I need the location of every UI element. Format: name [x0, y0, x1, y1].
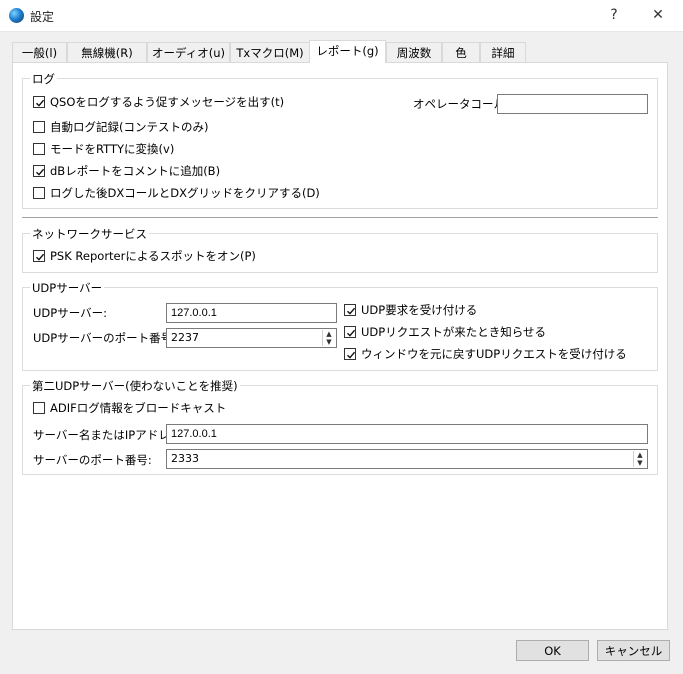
checkbox-box[interactable] — [33, 250, 45, 262]
spin-up-icon[interactable]: ▲ — [323, 330, 335, 338]
tab-general[interactable]: 一般(l) — [12, 42, 67, 62]
checkbox-label: 自動ログ記録(コンテストのみ) — [50, 120, 209, 134]
udp-server-label: UDPサーバー: — [33, 306, 107, 320]
secondary-udp-group-title: 第二UDPサーバー(使わないことを推奨) — [30, 378, 240, 394]
tab-audio[interactable]: オーディオ(u) — [147, 42, 230, 62]
checkbox-label: dBレポートをコメントに追加(B) — [50, 164, 221, 178]
server-port-spinbox[interactable]: 2333 ▲ ▼ — [166, 449, 648, 469]
spin-down-icon[interactable]: ▼ — [634, 459, 646, 467]
tab-frequencies[interactable]: 周波数 — [386, 42, 442, 62]
network-group-title: ネットワークサービス — [30, 226, 149, 242]
udp-port-label: UDPサーバーのポート番号: — [33, 331, 176, 345]
checkbox-box[interactable] — [33, 165, 45, 177]
server-name-label: サーバー名またはIPアドレス: — [33, 428, 186, 442]
checkbox-box[interactable] — [33, 121, 45, 133]
operator-call-label: オペレータコール: — [413, 97, 509, 111]
window-title: 設定 — [30, 10, 55, 24]
log-group-title: ログ — [30, 71, 57, 87]
udp-port-value: 2237 — [171, 331, 199, 344]
ok-button[interactable]: OK — [516, 640, 589, 661]
checkbox-label: UDPリクエストが来たとき知らせる — [361, 325, 546, 339]
udp-server-input[interactable] — [166, 303, 337, 323]
tab-tx-macros[interactable]: Txマクロ(M) — [230, 42, 310, 62]
checkbox-box[interactable] — [344, 304, 356, 316]
separator — [22, 217, 658, 218]
spin-down-icon[interactable]: ▼ — [323, 338, 335, 346]
checkbox-label: PSK Reporterによるスポットをオン(P) — [50, 249, 256, 263]
checkbox-box[interactable] — [33, 96, 45, 108]
tab-reporting[interactable]: レポート(g) — [309, 40, 386, 63]
operator-call-input[interactable] — [497, 94, 648, 114]
udp-port-spinner[interactable]: ▲ ▼ — [322, 330, 335, 346]
close-button[interactable]: ✕ — [643, 4, 673, 26]
server-port-value: 2333 — [171, 452, 199, 465]
tab-radio[interactable]: 無線機(R) — [67, 42, 147, 62]
checkbox-label: QSOをログするよう促すメッセージを出す(t) — [50, 95, 285, 109]
server-port-spinner[interactable]: ▲ ▼ — [633, 451, 646, 467]
checkbox-box[interactable] — [344, 326, 356, 338]
server-name-input[interactable] — [166, 424, 648, 444]
checkbox-label: UDP要求を受け付ける — [361, 303, 478, 317]
checkbox-box[interactable] — [344, 348, 356, 360]
udp-server-group-title: UDPサーバー — [30, 280, 105, 296]
checkbox-box[interactable] — [33, 402, 45, 414]
spin-up-icon[interactable]: ▲ — [634, 451, 646, 459]
cancel-button[interactable]: キャンセル — [597, 640, 670, 661]
tab-colors[interactable]: 色 — [442, 42, 480, 62]
checkbox-label: モードをRTTYに変換(v) — [50, 142, 175, 156]
udp-port-spinbox[interactable]: 2237 ▲ ▼ — [166, 328, 337, 348]
checkbox-box[interactable] — [33, 187, 45, 199]
checkbox-box[interactable] — [33, 143, 45, 155]
app-globe-icon — [9, 8, 24, 23]
help-button[interactable]: ? — [599, 4, 629, 26]
checkbox-label: ウィンドウを元に戻すUDPリクエストを受け付ける — [361, 347, 627, 361]
tab-advanced[interactable]: 詳細 — [480, 42, 526, 62]
title-bar: 設定 ? ✕ — [0, 0, 683, 32]
server-port-label: サーバーのポート番号: — [33, 453, 152, 467]
checkbox-label: ADIFログ情報をブロードキャスト — [50, 401, 227, 415]
checkbox-label: ログした後DXコールとDXグリッドをクリアする(D) — [50, 186, 320, 200]
